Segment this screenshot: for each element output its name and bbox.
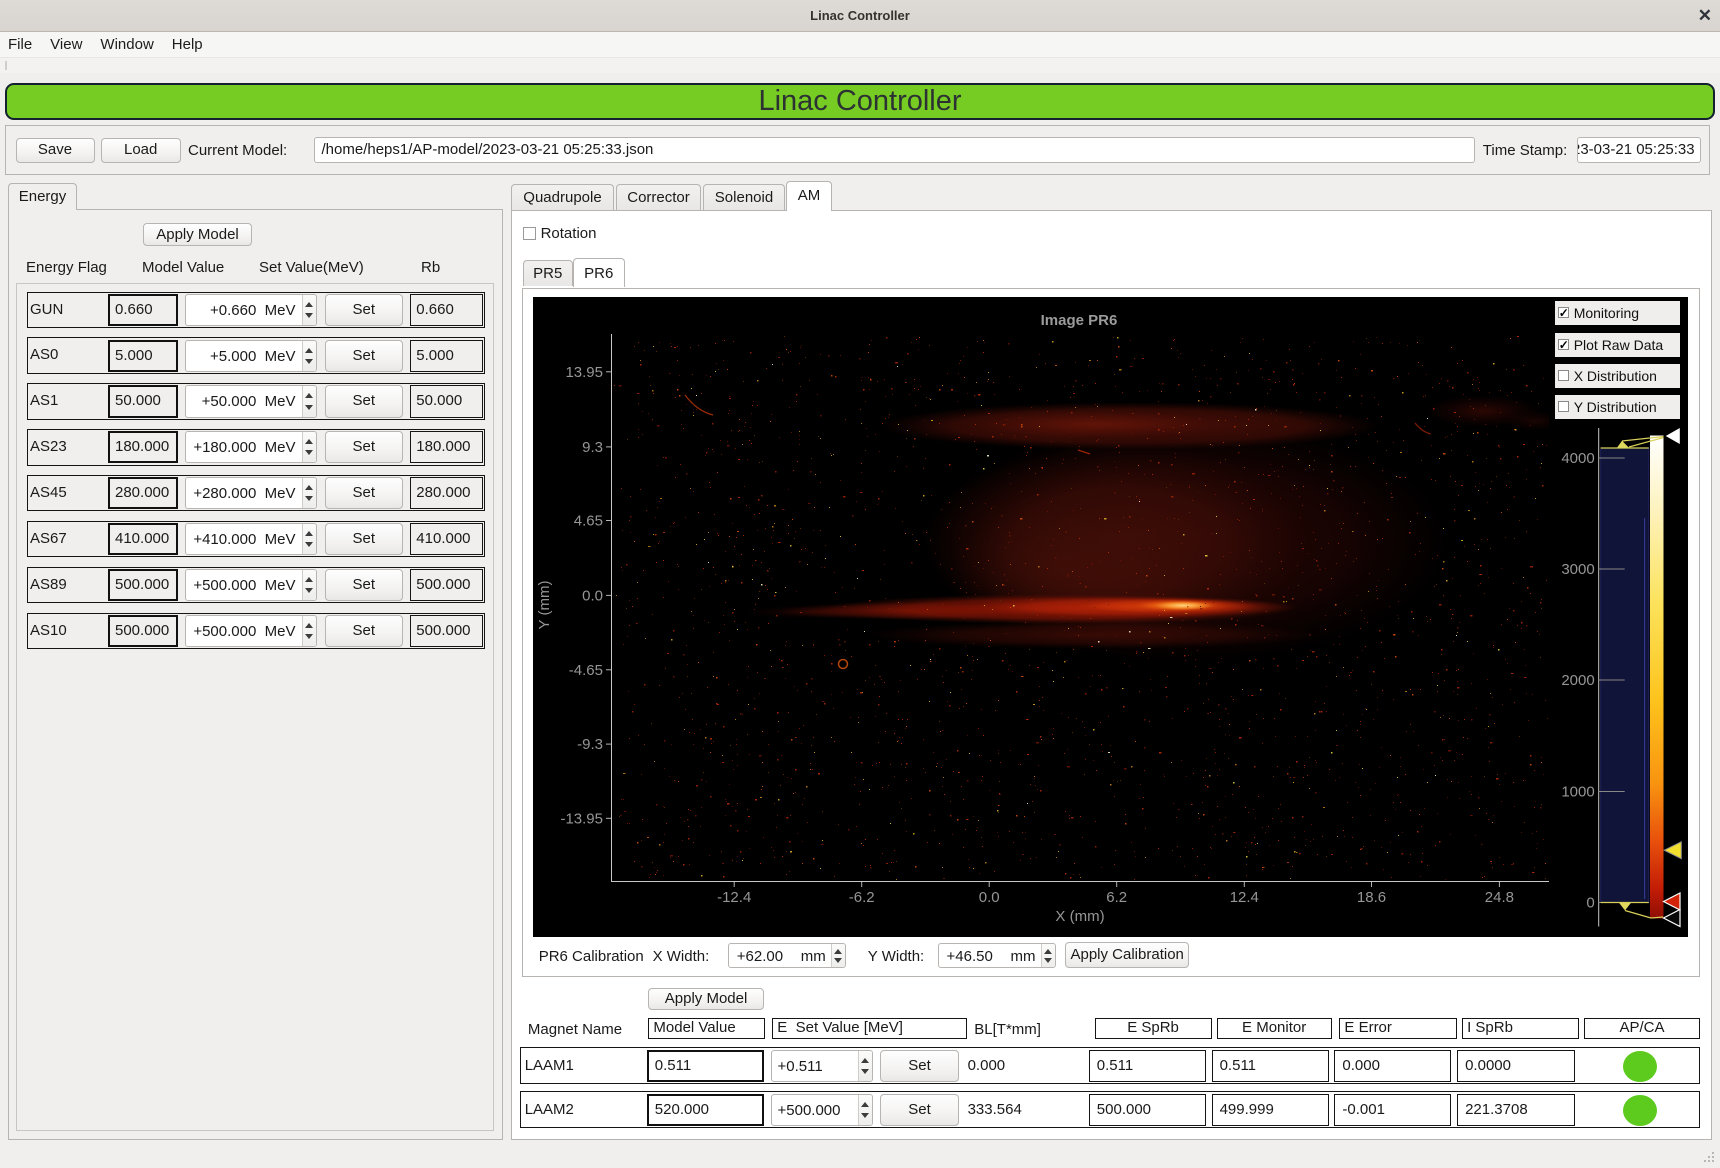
svg-text:13.95: 13.95 <box>565 364 603 381</box>
svg-text:4000: 4000 <box>1561 450 1594 467</box>
svg-text:3000: 3000 <box>1561 561 1594 578</box>
svg-text:0: 0 <box>1586 895 1594 912</box>
svg-text:Y (mm): Y (mm) <box>536 581 553 630</box>
svg-text:2000: 2000 <box>1561 672 1594 689</box>
svg-text:-12.4: -12.4 <box>717 889 751 906</box>
svg-text:Image PR6: Image PR6 <box>1041 312 1118 329</box>
svg-text:0.0: 0.0 <box>979 889 1000 906</box>
svg-text:6.2: 6.2 <box>1106 889 1127 906</box>
svg-text:-13.95: -13.95 <box>560 810 603 827</box>
svg-text:-6.2: -6.2 <box>849 889 875 906</box>
svg-text:4.65: 4.65 <box>574 513 603 530</box>
svg-text:0.0: 0.0 <box>582 587 603 604</box>
svg-text:9.3: 9.3 <box>582 439 603 456</box>
svg-text:X (mm): X (mm) <box>1055 908 1104 925</box>
svg-text:24.8: 24.8 <box>1485 889 1514 906</box>
svg-text:-9.3: -9.3 <box>577 736 603 753</box>
svg-text:-4.65: -4.65 <box>569 662 603 679</box>
svg-text:12.4: 12.4 <box>1230 889 1259 906</box>
svg-text:18.6: 18.6 <box>1357 889 1386 906</box>
svg-text:1000: 1000 <box>1561 784 1594 801</box>
